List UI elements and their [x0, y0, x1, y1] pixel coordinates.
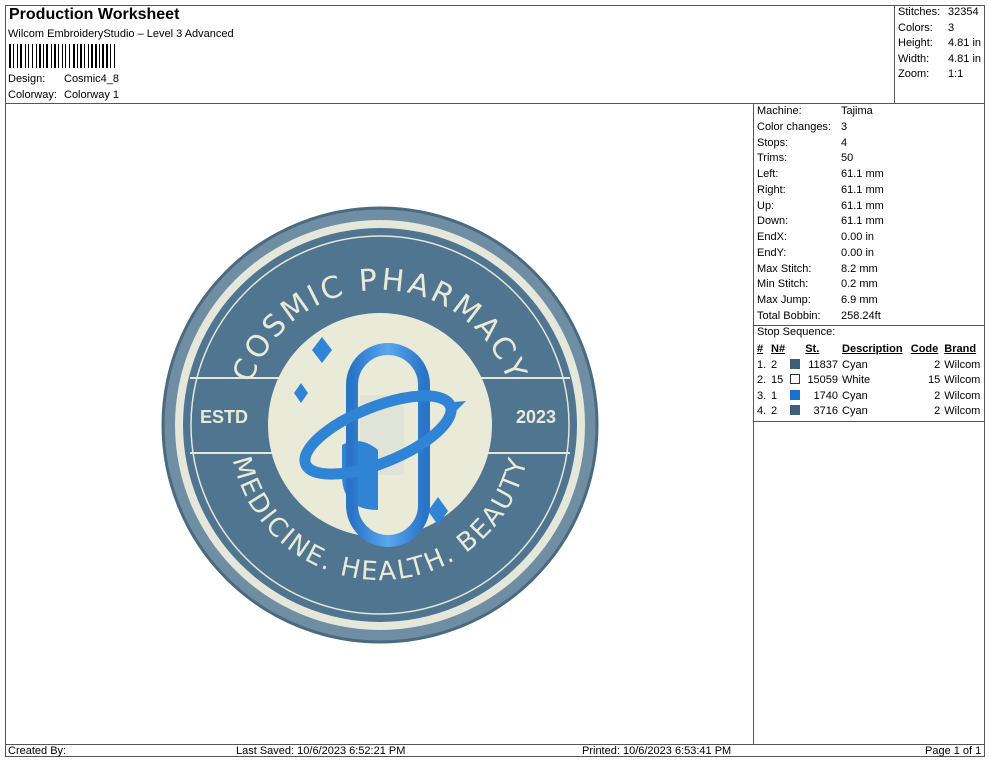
estd-text: ESTD: [200, 407, 248, 427]
stat-colors: Colors: 3: [898, 21, 955, 34]
col-needle: N#: [771, 343, 786, 355]
up-row: Up: 61.1 mm: [757, 199, 884, 212]
color-swatch: [790, 358, 801, 369]
machine-row: Machine: Tajima: [757, 105, 873, 117]
stat-width: Width: 4.81 in: [898, 52, 982, 65]
endx-row: EndX: 0.00 in: [757, 231, 875, 243]
page-title: Production Worksheet: [9, 6, 180, 23]
side-panel-divider: [753, 103, 754, 744]
stats-panel: Stitches: 32354 Colors: 3 Height: 4.81 in W…: [898, 5, 981, 83]
col-brand: Brand: [944, 343, 977, 355]
trims-row: Trims: 50: [757, 152, 854, 165]
col-swatch: [788, 342, 803, 358]
created-by: Created By:: [8, 745, 67, 757]
color-swatch: [790, 374, 801, 385]
software-name: Wilcom EmbroideryStudio – Level 3 Advanc…: [8, 28, 234, 40]
barcode: [9, 44, 115, 68]
design-value: Cosmic4_8: [64, 73, 120, 85]
table-row: 2. 15 15059 White 15 Wilcom: [757, 374, 981, 387]
stat-zoom: Zoom: 1:1: [898, 68, 964, 81]
col-code: Code: [910, 343, 939, 355]
col-description: Description: [842, 343, 903, 355]
min-stitch-row: Min Stitch: 0.2 mm: [757, 278, 878, 291]
stats-divider: [894, 5, 895, 103]
printed-date: Printed: 10/6/2023 6:53:41 PM: [582, 745, 732, 757]
color-swatch: [790, 405, 801, 416]
stat-stitches: Stitches: 32354: [898, 6, 979, 18]
table-row: 1. 2 11837 Cyan 2 Wilcom: [757, 358, 981, 371]
table-row: 3. 1 1740 Cyan 2 Wilcom: [757, 389, 981, 402]
stop-sequence-header: # N# St. Description Code Brand: [755, 342, 985, 358]
max-stitch-row: Max Stitch: 8.2 mm: [757, 262, 878, 275]
stops-row: Stops: 4: [757, 136, 848, 149]
max-jump-row: Max Jump: 6.9 mm: [757, 294, 878, 306]
col-index: #: [757, 343, 764, 355]
colorway-row: Colorway: Colorway 1: [8, 89, 119, 101]
design-row: Design: Cosmic4_8: [8, 73, 119, 85]
stop-sequence-table: # N# St. Description Code Brand 1. 2 118…: [755, 342, 985, 420]
left-row: Left: 61.1 mm: [757, 168, 884, 180]
right-row: Right: 61.1 mm: [757, 183, 884, 196]
total-bobbin-row: Total Bobbin: 258.24ft: [757, 309, 881, 322]
year-text: 2023: [516, 407, 556, 427]
colorway-value: Colorway 1: [64, 89, 120, 101]
color-swatch: [790, 389, 801, 400]
page-number: Page 1 of 1: [925, 745, 982, 757]
colorway-label: Colorway:: [8, 89, 57, 101]
footer-divider: [5, 744, 985, 745]
stop-sequence-title: Stop Sequence:: [757, 326, 836, 338]
table-row: 4. 2 3716 Cyan 2 Wilcom: [757, 405, 981, 418]
stop-divider-bottom: [753, 421, 985, 422]
design-label: Design:: [8, 73, 46, 85]
color-changes-row: Color changes: 3: [757, 120, 848, 133]
last-saved: Last Saved: 10/6/2023 6:52:21 PM: [236, 745, 406, 757]
machine-panel: Machine: Tajima Color changes: 3 Stops: 4 T…: [757, 104, 884, 325]
embroidery-design-preview: COSMIC PHARMACY MEDICINE. HEALTH. BEAUTY…: [161, 206, 599, 644]
stat-height: Height: 4.81 in: [898, 37, 982, 50]
endy-row: EndY: 0.00 in: [757, 246, 875, 259]
col-stitches: St.: [805, 343, 820, 355]
down-row: Down: 61.1 mm: [757, 215, 884, 228]
